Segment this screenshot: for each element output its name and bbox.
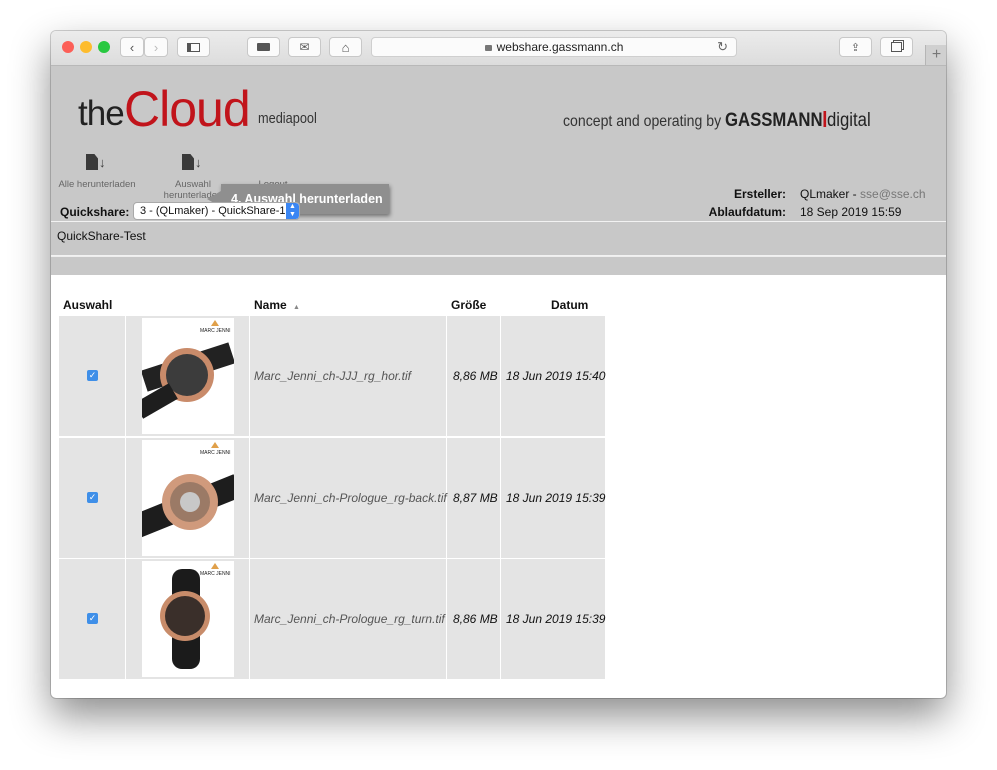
header-strip bbox=[51, 256, 946, 275]
thumbnail-brand: MARC JENNI bbox=[200, 450, 231, 456]
creator-label: Ersteller: bbox=[733, 187, 786, 201]
logo-mediapool: mediapool bbox=[258, 110, 317, 127]
sort-ascending-icon: ▲ bbox=[293, 304, 300, 311]
reload-icon[interactable]: ↻ bbox=[717, 39, 728, 55]
cell-separator bbox=[446, 316, 447, 436]
zoom-window-button[interactable] bbox=[98, 41, 110, 53]
logo-cloud: Cloud bbox=[124, 81, 251, 137]
creator-name: QLmaker - bbox=[800, 187, 861, 201]
print-button[interactable] bbox=[247, 37, 280, 57]
file-name[interactable]: Marc_Jenni_ch-Prologue_rg_turn.tif bbox=[254, 612, 445, 626]
download-file-icon: ↓ bbox=[182, 154, 204, 172]
file-size: 8,86 MB bbox=[453, 369, 498, 383]
quickshare-select[interactable]: 3 - (QLmaker) - QuickShare-1 ▲ ▼ bbox=[133, 202, 300, 220]
row-checkbox[interactable]: ✓ bbox=[87, 492, 98, 503]
tagline-prefix: concept and operating by bbox=[563, 113, 722, 130]
creator-email[interactable]: sse@sse.ch bbox=[860, 187, 926, 201]
file-thumbnail[interactable]: MARC JENNI bbox=[142, 440, 234, 556]
sidebar-toggle-button[interactable] bbox=[177, 37, 210, 57]
share-button[interactable]: ⇪ bbox=[839, 37, 872, 57]
cell-separator bbox=[446, 559, 447, 679]
table-row[interactable]: ✓ MARC JENNI Marc_Jenni_ch-JJJ_rg_hor.tif 8… bbox=[59, 316, 605, 436]
cell-separator bbox=[125, 438, 126, 558]
brand-triangle-icon bbox=[211, 442, 219, 448]
cell-separator bbox=[125, 316, 126, 436]
file-thumbnail[interactable]: MARC JENNI bbox=[142, 318, 234, 434]
download-all-button[interactable]: ↓ Alle herunterladen bbox=[56, 154, 138, 190]
envelope-icon: ✉ bbox=[299, 40, 310, 54]
back-button[interactable]: ‹ bbox=[120, 37, 144, 57]
page-header: the Cloud mediapool concept and operatin… bbox=[51, 66, 946, 275]
home-button[interactable]: ⌂ bbox=[329, 37, 362, 57]
chevron-left-icon: ‹ bbox=[129, 39, 135, 55]
forward-button[interactable]: › bbox=[144, 37, 168, 57]
tabs-icon bbox=[891, 42, 902, 52]
creator-value: QLmaker - sse@sse.ch bbox=[800, 187, 926, 201]
tagline-brand-light: digital bbox=[826, 110, 871, 131]
file-size: 8,87 MB bbox=[453, 491, 498, 505]
quickshare-label: Quickshare: bbox=[60, 205, 130, 219]
col-header-date: Datum bbox=[551, 298, 589, 312]
browser-titlebar: ‹ › ✉ ⌂ webshare.gassmann.ch ↻ ⇪ + bbox=[51, 31, 946, 66]
file-thumbnail[interactable]: MARC JENNI bbox=[142, 561, 234, 677]
download-all-label: Alle herunterladen bbox=[58, 179, 136, 190]
address-bar[interactable]: webshare.gassmann.ch ↻ bbox=[371, 37, 737, 57]
cell-separator bbox=[249, 559, 250, 679]
col-header-name-label: Name bbox=[254, 298, 287, 312]
col-header-select: Auswahl bbox=[63, 298, 113, 312]
col-header-size: Größe bbox=[451, 298, 487, 312]
header-divider bbox=[51, 221, 946, 222]
file-date: 18 Jun 2019 15:39 bbox=[506, 491, 606, 505]
file-name[interactable]: Marc_Jenni_ch-Prologue_rg-back.tif bbox=[254, 491, 447, 505]
file-date: 18 Jun 2019 15:40 bbox=[506, 369, 606, 383]
home-icon: ⌂ bbox=[341, 39, 350, 55]
quickshare-name: QuickShare-Test bbox=[57, 229, 146, 243]
brand-triangle-icon bbox=[211, 563, 219, 569]
cell-separator bbox=[125, 559, 126, 679]
close-window-button[interactable] bbox=[62, 41, 74, 53]
logo-the: the bbox=[78, 94, 125, 133]
download-file-icon: ↓ bbox=[86, 154, 108, 172]
file-name[interactable]: Marc_Jenni_ch-JJJ_rg_hor.tif bbox=[254, 369, 411, 383]
lock-icon bbox=[484, 45, 492, 51]
tabs-overview-button[interactable] bbox=[880, 37, 913, 57]
table-row[interactable]: ✓ MARC JENNI Marc_Jenni_ch-Prologue_rg_tur… bbox=[59, 559, 605, 679]
plus-icon: + bbox=[931, 46, 942, 63]
tagline-brand-bold: GASSMANN bbox=[725, 110, 823, 131]
file-size: 8,86 MB bbox=[453, 612, 498, 626]
sidebar-icon bbox=[187, 42, 200, 52]
col-header-name[interactable]: Name ▲ bbox=[254, 298, 300, 312]
table-row[interactable]: ✓ MARC JENNI Marc_Jenni_ch-Prologue_rg-bac… bbox=[59, 438, 605, 558]
cell-separator bbox=[249, 316, 250, 436]
new-tab-button[interactable]: + bbox=[925, 45, 946, 65]
cell-separator bbox=[500, 438, 501, 558]
quickshare-selected: 3 - (QLmaker) - QuickShare-1 bbox=[140, 205, 286, 217]
browser-window: ‹ › ✉ ⌂ webshare.gassmann.ch ↻ ⇪ + the C… bbox=[51, 31, 946, 698]
expiry-value: 18 Sep 2019 15:59 bbox=[800, 205, 902, 219]
brand-triangle-icon bbox=[211, 320, 219, 326]
printer-icon bbox=[257, 43, 270, 51]
expiry-label: Ablaufdatum: bbox=[708, 205, 786, 219]
share-icon: ⇪ bbox=[850, 41, 861, 54]
select-stepper-icon: ▲ ▼ bbox=[286, 203, 299, 219]
chevron-right-icon: › bbox=[153, 39, 159, 55]
cell-separator bbox=[500, 559, 501, 679]
url-text: webshare.gassmann.ch bbox=[496, 40, 624, 54]
minimize-window-button[interactable] bbox=[80, 41, 92, 53]
mail-button[interactable]: ✉ bbox=[288, 37, 321, 57]
tagline: concept and operating by GASSMANN digital bbox=[563, 110, 871, 132]
brand-bar bbox=[823, 111, 827, 127]
cell-separator bbox=[500, 316, 501, 436]
row-checkbox[interactable]: ✓ bbox=[87, 370, 98, 381]
thumbnail-brand: MARC JENNI bbox=[200, 571, 231, 577]
file-date: 18 Jun 2019 15:39 bbox=[506, 612, 606, 626]
cell-separator bbox=[249, 438, 250, 558]
thumbnail-brand: MARC JENNI bbox=[200, 328, 231, 334]
row-checkbox[interactable]: ✓ bbox=[87, 613, 98, 624]
